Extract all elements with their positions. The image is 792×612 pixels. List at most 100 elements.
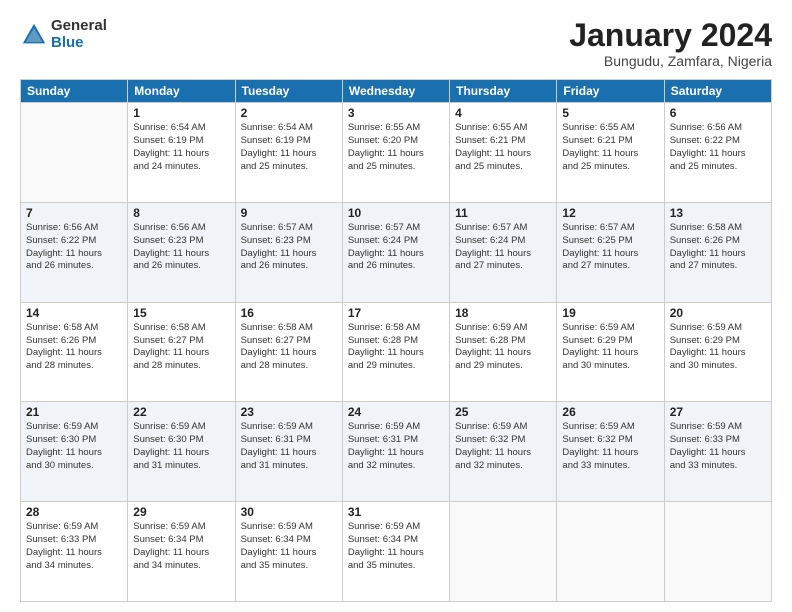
day-cell: [450, 502, 557, 602]
logo: General Blue: [20, 18, 107, 51]
day-info: Sunrise: 6:59 AMSunset: 6:29 PMDaylight:…: [670, 322, 766, 373]
day-cell: 3 Sunrise: 6:55 AMSunset: 6:20 PMDaylight…: [342, 103, 449, 203]
day-info: Sunrise: 6:59 AMSunset: 6:34 PMDaylight:…: [133, 521, 229, 572]
day-cell: 15 Sunrise: 6:58 AMSunset: 6:27 PMDayligh…: [128, 302, 235, 402]
day-info: Sunrise: 6:59 AMSunset: 6:33 PMDaylight:…: [26, 521, 122, 572]
day-cell: 7 Sunrise: 6:56 AMSunset: 6:22 PMDaylight…: [21, 202, 128, 302]
day-number: 14: [26, 306, 122, 320]
header-cell-saturday: Saturday: [664, 80, 771, 103]
day-number: 20: [670, 306, 766, 320]
day-cell: 22 Sunrise: 6:59 AMSunset: 6:30 PMDayligh…: [128, 402, 235, 502]
day-info: Sunrise: 6:55 AMSunset: 6:21 PMDaylight:…: [455, 122, 551, 173]
day-cell: 24 Sunrise: 6:59 AMSunset: 6:31 PMDayligh…: [342, 402, 449, 502]
day-info: Sunrise: 6:56 AMSunset: 6:22 PMDaylight:…: [670, 122, 766, 173]
week-row-3: 14 Sunrise: 6:58 AMSunset: 6:26 PMDayligh…: [21, 302, 772, 402]
month-title: January 2024: [569, 18, 772, 53]
day-number: 26: [562, 405, 658, 419]
day-info: Sunrise: 6:56 AMSunset: 6:23 PMDaylight:…: [133, 222, 229, 273]
day-cell: 21Sunrise: 6:59 AMSunset: 6:30 PMDayligh…: [21, 402, 128, 502]
header-cell-thursday: Thursday: [450, 80, 557, 103]
day-cell: 16Sunrise: 6:58 AMSunset: 6:27 PMDayligh…: [235, 302, 342, 402]
day-info: Sunrise: 6:59 AMSunset: 6:29 PMDaylight:…: [562, 322, 658, 373]
day-info: Sunrise: 6:59 AMSunset: 6:30 PMDaylight:…: [133, 421, 229, 472]
day-number: 3: [348, 106, 444, 120]
day-cell: 5 Sunrise: 6:55 AMSunset: 6:21 PMDaylight…: [557, 103, 664, 203]
day-number: 2: [241, 106, 337, 120]
day-number: 22: [133, 405, 229, 419]
day-cell: 4Sunrise: 6:55 AMSunset: 6:21 PMDaylight…: [450, 103, 557, 203]
day-cell: 13 Sunrise: 6:58 AMSunset: 6:26 PMDayligh…: [664, 202, 771, 302]
day-number: 31: [348, 505, 444, 519]
day-info: Sunrise: 6:57 AMSunset: 6:24 PMDaylight:…: [348, 222, 444, 273]
day-info: Sunrise: 6:58 AMSunset: 6:27 PMDaylight:…: [241, 322, 337, 373]
day-number: 7: [26, 206, 122, 220]
day-number: 5: [562, 106, 658, 120]
day-info: Sunrise: 6:55 AMSunset: 6:20 PMDaylight:…: [348, 122, 444, 173]
day-number: 17: [348, 306, 444, 320]
day-info: Sunrise: 6:58 AMSunset: 6:28 PMDaylight:…: [348, 322, 444, 373]
day-cell: 30 Sunrise: 6:59 AMSunset: 6:34 PMDayligh…: [235, 502, 342, 602]
day-info: Sunrise: 6:54 AMSunset: 6:19 PMDaylight:…: [241, 122, 337, 173]
day-info: Sunrise: 6:59 AMSunset: 6:30 PMDaylight:…: [26, 421, 122, 472]
day-info: Sunrise: 6:59 AMSunset: 6:28 PMDaylight:…: [455, 322, 551, 373]
day-cell: [557, 502, 664, 602]
day-cell: 6 Sunrise: 6:56 AMSunset: 6:22 PMDaylight…: [664, 103, 771, 203]
day-number: 23: [241, 405, 337, 419]
day-info: Sunrise: 6:59 AMSunset: 6:33 PMDaylight:…: [670, 421, 766, 472]
day-number: 29: [133, 505, 229, 519]
day-cell: 12Sunrise: 6:57 AMSunset: 6:25 PMDayligh…: [557, 202, 664, 302]
day-cell: 17 Sunrise: 6:58 AMSunset: 6:28 PMDayligh…: [342, 302, 449, 402]
day-info: Sunrise: 6:59 AMSunset: 6:31 PMDaylight:…: [348, 421, 444, 472]
day-number: 15: [133, 306, 229, 320]
logo-text: General Blue: [51, 18, 107, 51]
day-info: Sunrise: 6:59 AMSunset: 6:34 PMDaylight:…: [241, 521, 337, 572]
header-cell-friday: Friday: [557, 80, 664, 103]
day-cell: 26 Sunrise: 6:59 AMSunset: 6:32 PMDayligh…: [557, 402, 664, 502]
day-cell: 2 Sunrise: 6:54 AMSunset: 6:19 PMDaylight…: [235, 103, 342, 203]
logo-icon: [20, 21, 48, 49]
day-info: Sunrise: 6:59 AMSunset: 6:31 PMDaylight:…: [241, 421, 337, 472]
day-info: Sunrise: 6:57 AMSunset: 6:24 PMDaylight:…: [455, 222, 551, 273]
day-info: Sunrise: 6:56 AMSunset: 6:22 PMDaylight:…: [26, 222, 122, 273]
header-cell-sunday: Sunday: [21, 80, 128, 103]
header-cell-tuesday: Tuesday: [235, 80, 342, 103]
day-cell: 11 Sunrise: 6:57 AMSunset: 6:24 PMDayligh…: [450, 202, 557, 302]
day-info: Sunrise: 6:58 AMSunset: 6:26 PMDaylight:…: [670, 222, 766, 273]
day-number: 9: [241, 206, 337, 220]
day-info: Sunrise: 6:58 AMSunset: 6:26 PMDaylight:…: [26, 322, 122, 373]
day-cell: [21, 103, 128, 203]
header-cell-wednesday: Wednesday: [342, 80, 449, 103]
day-info: Sunrise: 6:57 AMSunset: 6:23 PMDaylight:…: [241, 222, 337, 273]
day-info: Sunrise: 6:59 AMSunset: 6:34 PMDaylight:…: [348, 521, 444, 572]
subtitle: Bungudu, Zamfara, Nigeria: [569, 53, 772, 69]
day-number: 10: [348, 206, 444, 220]
day-info: Sunrise: 6:58 AMSunset: 6:27 PMDaylight:…: [133, 322, 229, 373]
day-number: 30: [241, 505, 337, 519]
day-number: 6: [670, 106, 766, 120]
day-cell: 31 Sunrise: 6:59 AMSunset: 6:34 PMDayligh…: [342, 502, 449, 602]
day-info: Sunrise: 6:55 AMSunset: 6:21 PMDaylight:…: [562, 122, 658, 173]
week-row-2: 7 Sunrise: 6:56 AMSunset: 6:22 PMDaylight…: [21, 202, 772, 302]
day-cell: 8 Sunrise: 6:56 AMSunset: 6:23 PMDaylight…: [128, 202, 235, 302]
header: General Blue January 2024 Bungudu, Zamfa…: [20, 18, 772, 69]
day-number: 19: [562, 306, 658, 320]
day-number: 8: [133, 206, 229, 220]
day-cell: 14 Sunrise: 6:58 AMSunset: 6:26 PMDayligh…: [21, 302, 128, 402]
header-row: SundayMondayTuesdayWednesdayThursdayFrid…: [21, 80, 772, 103]
day-cell: 18Sunrise: 6:59 AMSunset: 6:28 PMDayligh…: [450, 302, 557, 402]
day-cell: 23 Sunrise: 6:59 AMSunset: 6:31 PMDayligh…: [235, 402, 342, 502]
day-number: 1: [133, 106, 229, 120]
logo-blue: Blue: [51, 35, 107, 52]
day-number: 13: [670, 206, 766, 220]
day-cell: 28Sunrise: 6:59 AMSunset: 6:33 PMDayligh…: [21, 502, 128, 602]
day-cell: 1Sunrise: 6:54 AMSunset: 6:19 PMDaylight…: [128, 103, 235, 203]
page: General Blue January 2024 Bungudu, Zamfa…: [0, 0, 792, 612]
day-cell: 9 Sunrise: 6:57 AMSunset: 6:23 PMDaylight…: [235, 202, 342, 302]
day-info: Sunrise: 6:57 AMSunset: 6:25 PMDaylight:…: [562, 222, 658, 273]
day-number: 24: [348, 405, 444, 419]
header-cell-monday: Monday: [128, 80, 235, 103]
day-cell: 27 Sunrise: 6:59 AMSunset: 6:33 PMDayligh…: [664, 402, 771, 502]
day-info: Sunrise: 6:59 AMSunset: 6:32 PMDaylight:…: [562, 421, 658, 472]
day-number: 27: [670, 405, 766, 419]
day-number: 11: [455, 206, 551, 220]
